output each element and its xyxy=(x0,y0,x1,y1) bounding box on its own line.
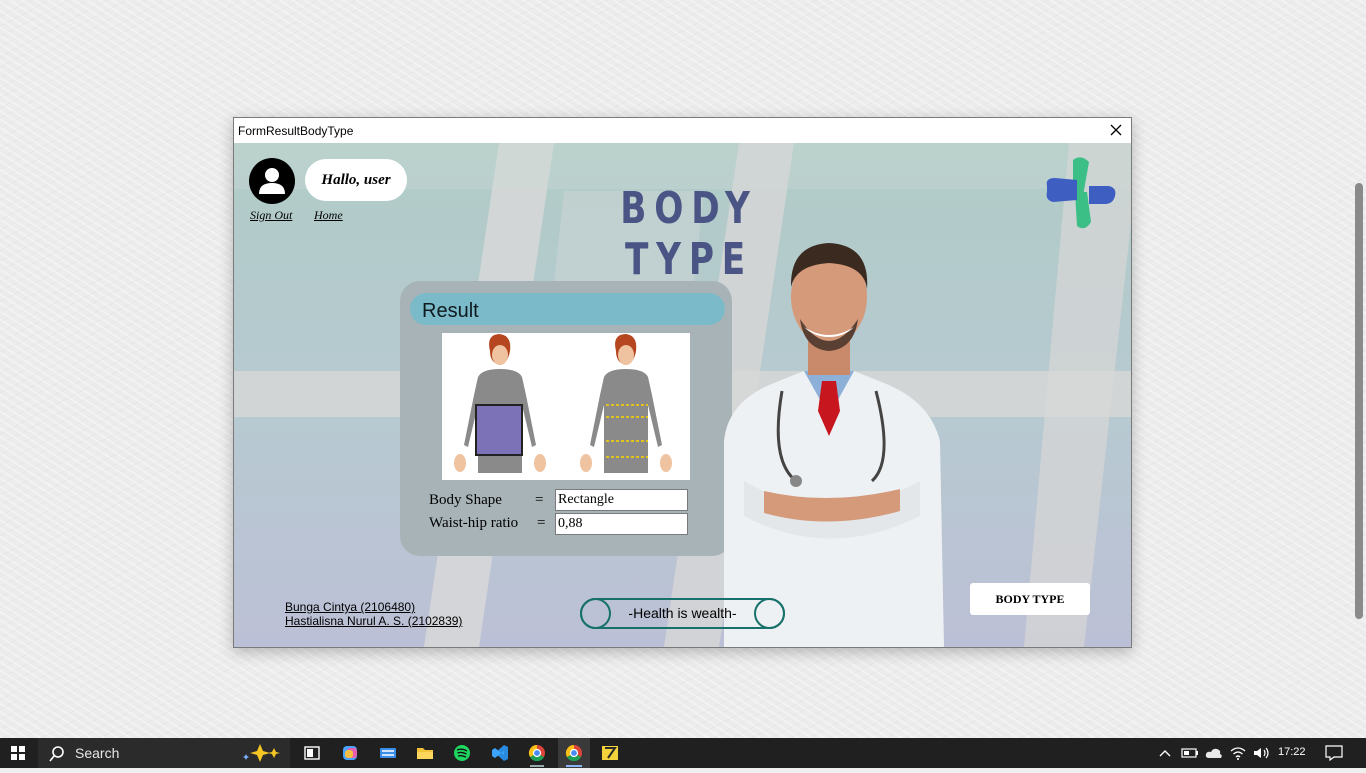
windows-taskbar: Search 17:22 xyxy=(0,738,1366,768)
close-icon xyxy=(1110,124,1122,136)
window-titlebar[interactable]: FormResultBodyType xyxy=(234,118,1131,143)
home-link[interactable]: Home xyxy=(314,208,343,223)
body-shape-field[interactable]: Rectangle xyxy=(555,489,688,511)
volume-icon[interactable] xyxy=(1253,746,1271,760)
body-shape-equals: = xyxy=(535,492,544,508)
spotify-icon xyxy=(454,745,470,761)
battery-icon[interactable] xyxy=(1181,746,1199,760)
credit-author-2: Hastialisna Nurul A. S. (2102839) xyxy=(285,614,463,628)
page-scrollbar[interactable] xyxy=(1352,0,1364,738)
winrar-icon xyxy=(602,746,618,760)
onedrive-icon[interactable] xyxy=(1205,746,1223,760)
taskbar-clock[interactable]: 17:22 xyxy=(1278,746,1306,758)
credit-author-1: Bunga Cintya (2106480) xyxy=(285,600,416,614)
wifi-icon[interactable] xyxy=(1230,746,1246,760)
close-button[interactable] xyxy=(1101,118,1131,143)
waist-hip-ratio-field[interactable]: 0,88 xyxy=(555,513,688,535)
vscode-icon xyxy=(492,745,508,761)
waist-hip-ratio-equals: = xyxy=(537,515,546,531)
form-client-area: Hallo, user Sign Out Home BODY TYPE Resu… xyxy=(234,143,1131,647)
body-shape-illustration xyxy=(442,333,690,480)
doctor-photo xyxy=(724,243,944,647)
chrome-active-button[interactable] xyxy=(558,738,590,768)
result-title: Result xyxy=(422,300,479,322)
medical-cross-logo xyxy=(1046,157,1116,229)
motto-text: -Health is wealth- xyxy=(628,605,737,621)
search-placeholder: Search xyxy=(75,745,120,761)
copilot-sparkle-icon xyxy=(243,744,280,762)
waist-hip-ratio-label: Waist-hip ratio xyxy=(429,515,519,531)
task-view-icon xyxy=(304,746,320,760)
active-indicator xyxy=(566,765,582,767)
body-shape-label: Body Shape xyxy=(429,492,502,508)
chrome-button[interactable] xyxy=(522,738,552,768)
notification-icon[interactable] xyxy=(1325,745,1343,761)
copilot-icon xyxy=(343,746,357,760)
taskbar-search[interactable]: Search xyxy=(38,738,290,768)
window-title: FormResultBodyType xyxy=(238,124,354,138)
start-button[interactable] xyxy=(0,738,36,768)
file-explorer-button[interactable] xyxy=(410,738,440,768)
form-result-window: FormResultBodyType Hallo, user Sign Out … xyxy=(233,117,1132,648)
running-indicator xyxy=(530,765,544,767)
file-explorer-icon xyxy=(417,748,433,759)
chrome-icon xyxy=(528,744,545,762)
result-header: Result xyxy=(410,293,725,325)
chevron-up-icon[interactable] xyxy=(1158,747,1172,759)
copilot-button[interactable] xyxy=(335,738,365,768)
result-panel: Result Body Shape = Rectangle Waist-hip … xyxy=(400,281,732,556)
winrar-button[interactable] xyxy=(595,738,625,768)
user-avatar-icon xyxy=(259,168,285,194)
search-icon xyxy=(49,746,64,762)
vscode-button[interactable] xyxy=(485,738,515,768)
touch-keyboard-button[interactable] xyxy=(373,738,403,768)
user-avatar xyxy=(249,158,295,204)
keyboard-icon xyxy=(380,748,396,758)
sign-out-link[interactable]: Sign Out xyxy=(250,208,292,223)
scroll-thumb[interactable] xyxy=(1355,183,1363,619)
body-type-button[interactable]: BODY TYPE xyxy=(970,583,1090,615)
greeting-label: Hallo, user xyxy=(305,159,407,201)
windows-start-icon xyxy=(11,746,25,760)
motto-pill: -Health is wealth- xyxy=(580,598,785,629)
task-view-button[interactable] xyxy=(297,738,327,768)
spotify-button[interactable] xyxy=(447,738,477,768)
chrome-active-icon xyxy=(565,744,582,762)
